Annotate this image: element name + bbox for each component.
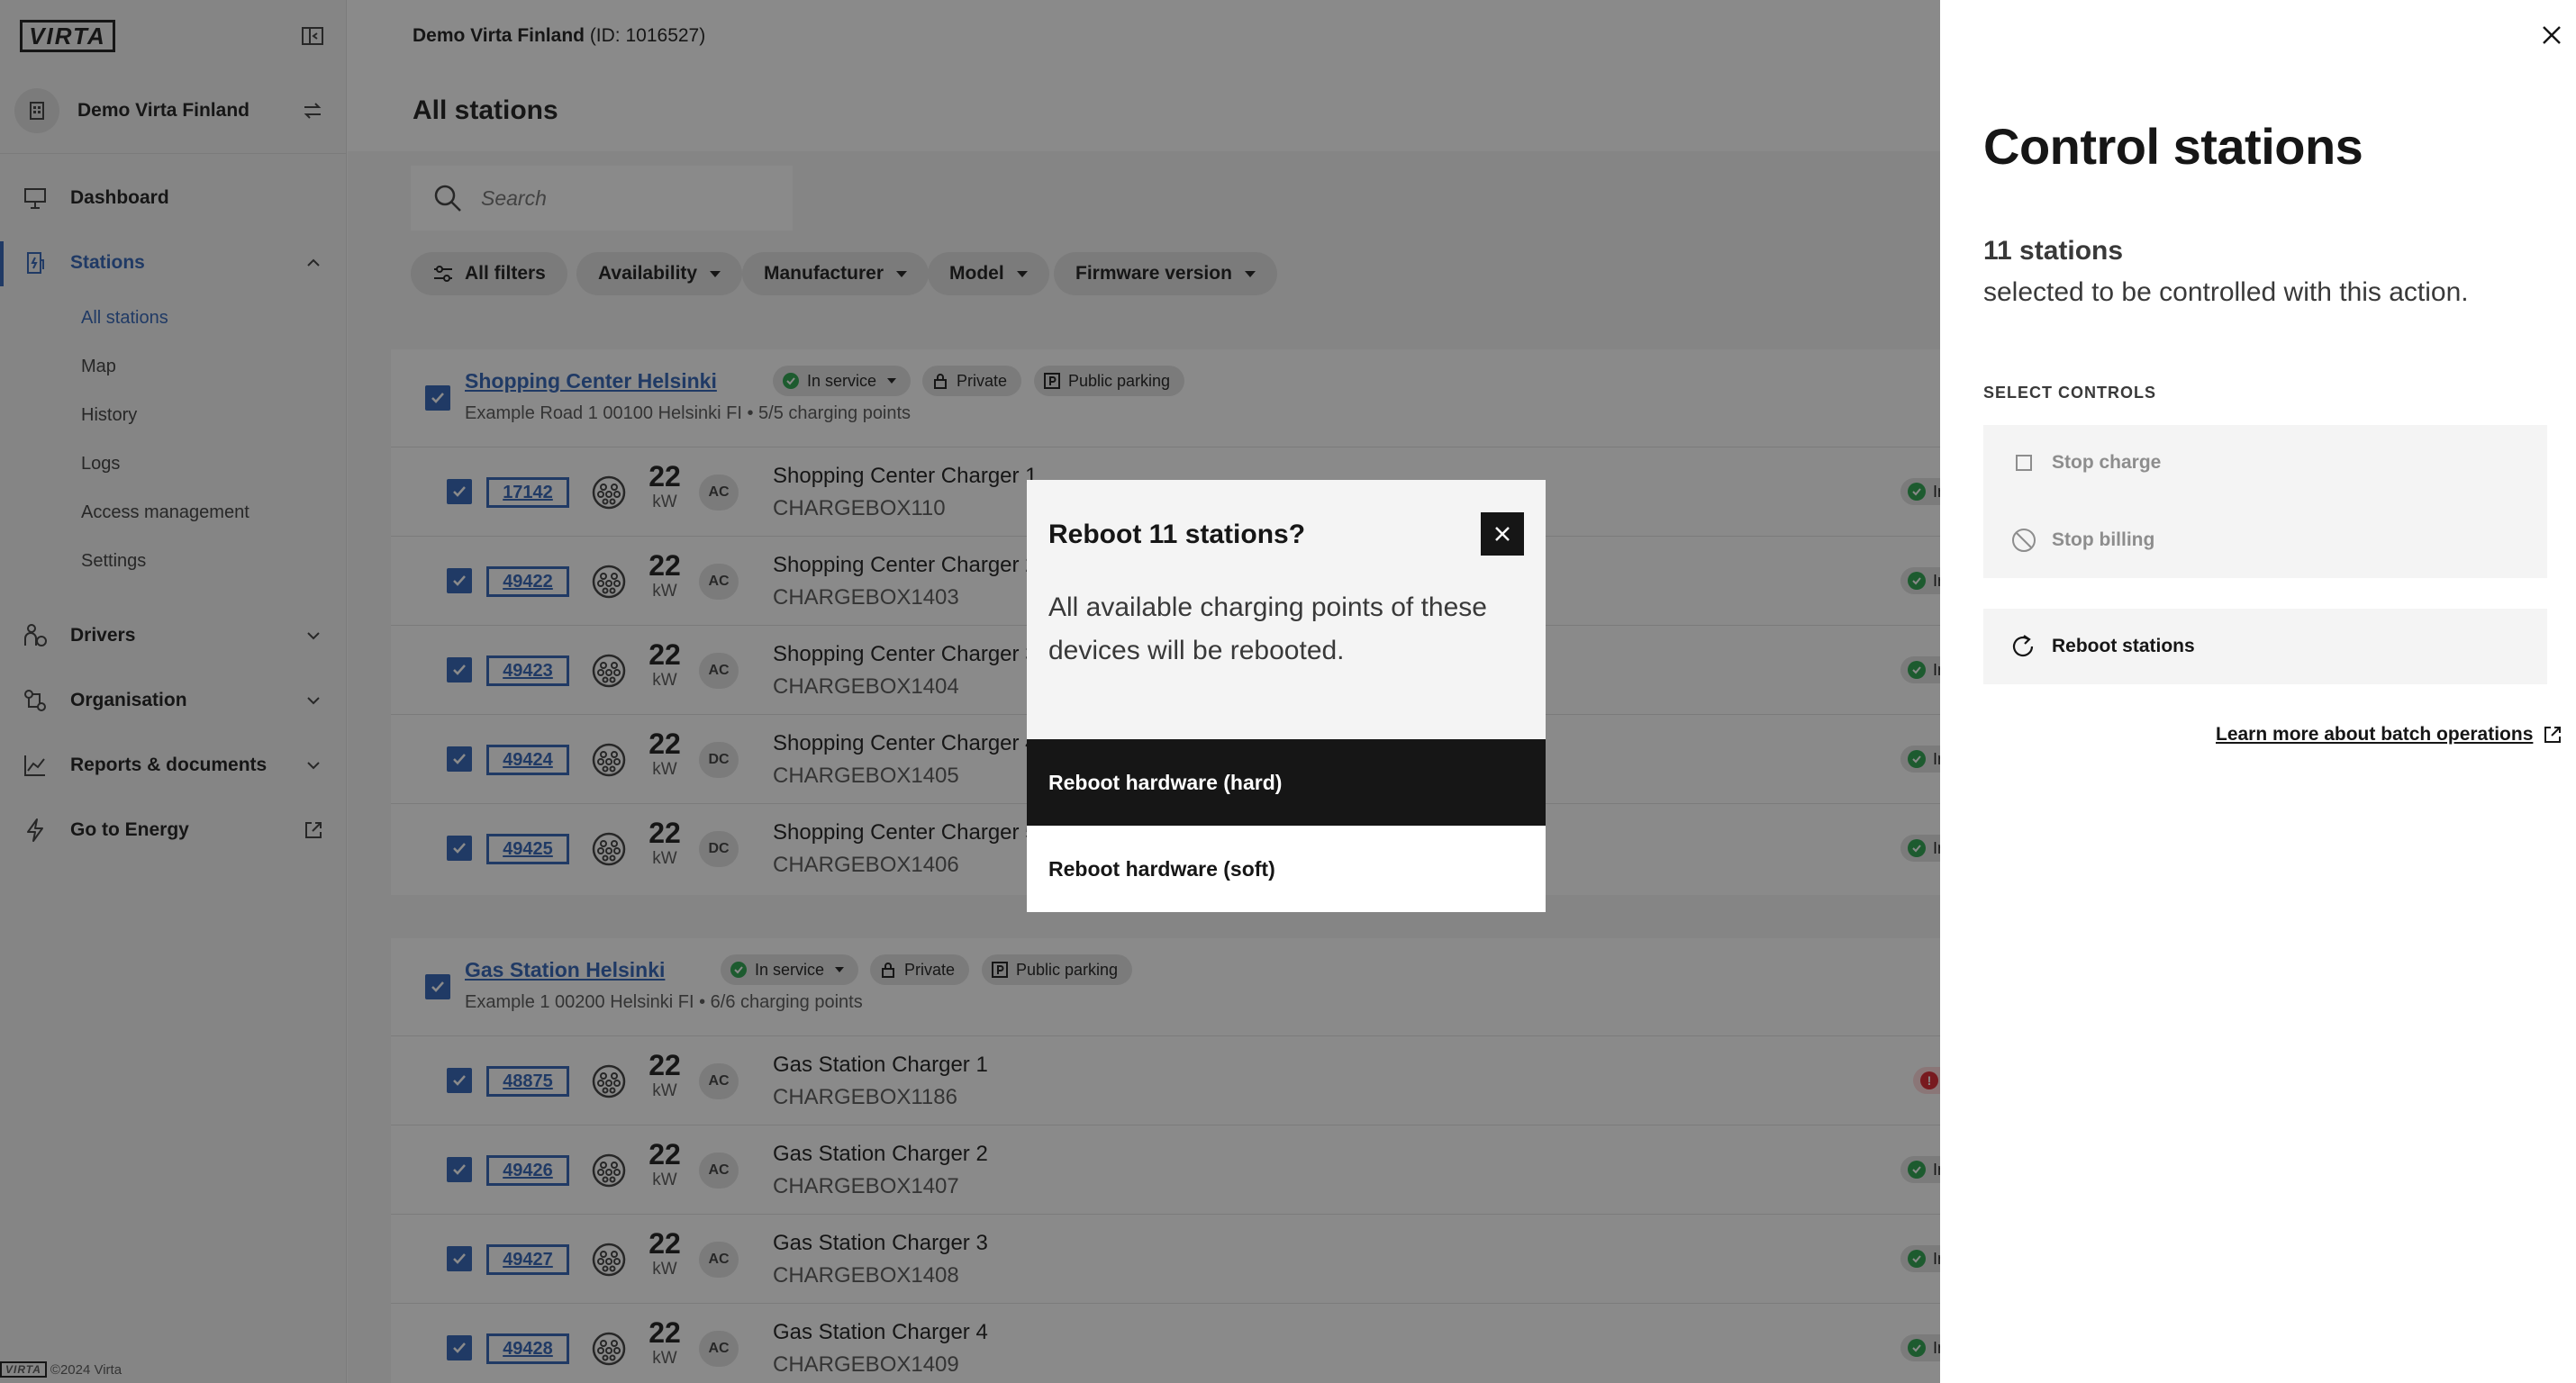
close-icon [1495,527,1510,541]
modal-close-button[interactable] [1481,512,1524,556]
stop-billing-option[interactable]: Stop billing [1983,502,2547,578]
reboot-hard-button[interactable]: Reboot hardware (hard) [1027,739,1546,826]
learn-more-link[interactable]: Learn more about batch operations [2216,724,2563,746]
learn-more-label: Learn more about batch operations [2216,724,2534,745]
stop-square-icon [2010,449,2037,476]
panel-close-icon[interactable] [2538,22,2565,49]
section-heading: SELECT CONTROLS [1983,384,2157,402]
panel-title: Control stations [1983,118,2363,175]
external-link-icon [2542,724,2563,746]
modal-backdrop[interactable] [0,0,1940,1383]
modal-title: Reboot 11 stations? [1048,520,1306,549]
control-label: Reboot stations [2052,636,2195,656]
reboot-soft-button[interactable]: Reboot hardware (soft) [1027,826,1546,912]
control-stations-panel: Control stations 11 stations selected to… [1940,0,2576,1383]
reboot-stations-option[interactable]: Reboot stations [1983,609,2547,684]
modal-body-text: All available charging points of these d… [1048,592,1487,665]
control-label: Stop billing [2052,529,2155,550]
stop-charge-option[interactable]: Stop charge [1983,425,2547,501]
restart-icon [2009,632,2037,661]
selected-count: 11 stations [1983,236,2124,266]
selected-description: selected to be controlled with this acti… [1983,277,2469,307]
control-label: Stop charge [2052,452,2162,473]
reboot-confirm-modal: Reboot 11 stations? All available chargi… [1027,480,1546,912]
no-entry-icon [2010,527,2037,554]
control-options-group: Stop charge Stop billing [1983,425,2547,578]
